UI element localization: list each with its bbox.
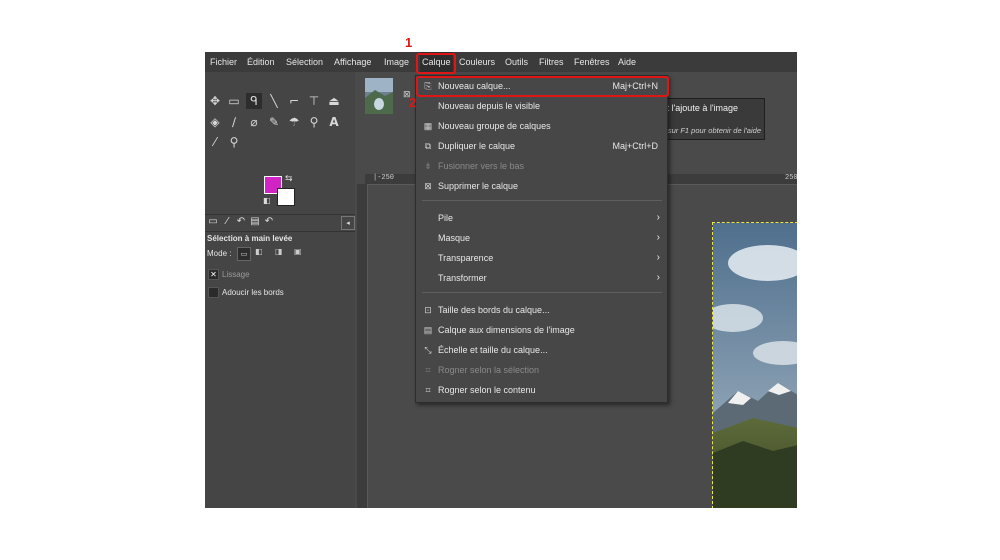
swap-colors-icon[interactable]: ⇆: [285, 174, 293, 184]
menu-bar: Fichier Édition Sélection Affichage Imag…: [205, 52, 797, 72]
step-number-2: 2: [409, 95, 417, 110]
menu-edition[interactable]: Édition: [247, 52, 275, 72]
lissage-checkbox[interactable]: ✕: [208, 269, 219, 280]
undo-tab-icon[interactable]: ↶: [263, 216, 275, 228]
lasso-select-icon[interactable]: ᑫ: [246, 93, 262, 109]
rect-select-icon[interactable]: ▭: [226, 93, 242, 109]
gimp-window: Fichier Édition Sélection Affichage Imag…: [205, 52, 797, 508]
scale-layer-icon: ⤡: [424, 345, 432, 355]
crop-icon[interactable]: ⌐: [286, 93, 302, 109]
lissage-label: Lissage: [222, 270, 250, 279]
menu-aide[interactable]: Aide: [618, 52, 636, 72]
menu-item-crop-to-content[interactable]: ⌗ Rogner selon le contenu: [416, 380, 667, 400]
menu-fenetres[interactable]: Fenêtres: [574, 52, 610, 72]
move-tool-icon[interactable]: ✥: [207, 93, 223, 109]
submenu-arrow-icon: ›: [656, 252, 660, 263]
menu-affichage[interactable]: Affichage: [334, 52, 371, 72]
menu-item-delete-layer[interactable]: ⊠ Supprimer le calque: [416, 176, 667, 196]
mode-add-icon[interactable]: ◧: [255, 247, 263, 256]
eraser-icon[interactable]: ⌀: [246, 114, 262, 130]
mode-subtract-icon[interactable]: ◨: [275, 247, 283, 256]
menu-item-transform[interactable]: Transformer ›: [416, 268, 667, 288]
zoom-icon[interactable]: ⚲: [226, 134, 242, 150]
merge-down-icon: ⇟: [424, 161, 432, 171]
menu-selection[interactable]: Sélection: [286, 52, 323, 72]
tool-options-tab-icon[interactable]: ▭: [207, 216, 219, 228]
mode-intersect-icon[interactable]: ▣: [294, 247, 302, 256]
mode-replace-icon[interactable]: ▭: [237, 247, 251, 261]
image-tab-thumbnail[interactable]: [365, 78, 393, 114]
highlight-calque-menu: [416, 53, 456, 74]
menu-item-mask[interactable]: Masque ›: [416, 228, 667, 248]
paths-icon[interactable]: ⚲: [306, 114, 322, 130]
smudge-icon[interactable]: ☂: [286, 114, 302, 130]
images-tab-icon[interactable]: ▤: [249, 216, 261, 228]
default-colors-icon[interactable]: ◧: [263, 196, 271, 205]
menu-fichier[interactable]: Fichier: [210, 52, 237, 72]
layer-to-image-icon: ▤: [423, 325, 433, 335]
menu-separator: [422, 292, 662, 293]
boundary-size-icon: ⊡: [424, 305, 432, 315]
menu-item-new-from-visible[interactable]: Nouveau depuis le visible: [416, 96, 667, 116]
duplicate-icon: ⧉: [424, 141, 432, 151]
submenu-arrow-icon: ›: [656, 232, 660, 243]
crop-content-icon: ⌗: [425, 385, 431, 395]
adoucir-label: Adoucir les bords: [222, 288, 284, 297]
bucket-fill-icon[interactable]: ◈: [207, 114, 223, 130]
heal-icon[interactable]: ✎: [266, 114, 282, 130]
configure-tab-icon[interactable]: ◂: [341, 216, 355, 230]
undo-history-tab-icon[interactable]: ↶: [235, 216, 247, 228]
duplicate-shortcut: Maj+Ctrl+D: [612, 141, 658, 151]
tool-options-tabs: ▭ ⁄ ↶ ▤ ↶ ◂: [205, 214, 355, 232]
pencil-icon[interactable]: ∕: [226, 114, 242, 130]
layer-group-icon: ▦: [423, 121, 433, 131]
delete-icon: ⊠: [424, 181, 432, 191]
submenu-arrow-icon: ›: [656, 272, 660, 283]
crop-icon: ⌗: [425, 365, 431, 375]
transform-icon[interactable]: ⊤: [306, 93, 322, 109]
menu-item-scale-layer[interactable]: ⤡ Échelle et taille du calque...: [416, 340, 667, 360]
submenu-arrow-icon: ›: [656, 212, 660, 223]
canvas-photo: [712, 222, 797, 508]
mode-label: Mode :: [207, 249, 232, 258]
menu-item-merge-down: ⇟ Fusionner vers le bas: [416, 156, 667, 176]
vertical-ruler: [357, 184, 368, 508]
menu-couleurs[interactable]: Couleurs: [459, 52, 495, 72]
menu-item-layer-boundary-size[interactable]: ⊡ Taille des bords du calque...: [416, 300, 667, 320]
menu-filtres[interactable]: Filtres: [539, 52, 564, 72]
menu-item-pile[interactable]: Pile ›: [416, 208, 667, 228]
warp-icon[interactable]: ⏏: [326, 93, 342, 109]
menu-item-crop-to-selection: ⌗ Rogner selon la sélection: [416, 360, 667, 380]
color-picker-icon[interactable]: ⁄: [207, 134, 223, 150]
menu-item-duplicate-layer[interactable]: ⧉ Dupliquer le calque Maj+Ctrl+D: [416, 136, 667, 156]
menu-item-new-layer-group[interactable]: ▦ Nouveau groupe de calques: [416, 116, 667, 136]
ruler-label-left: |-250: [373, 174, 395, 182]
menu-item-transparency[interactable]: Transparence ›: [416, 248, 667, 268]
device-status-tab-icon[interactable]: ⁄: [221, 216, 233, 228]
fuzzy-select-icon[interactable]: ╲: [266, 93, 282, 109]
adoucir-checkbox[interactable]: [208, 287, 219, 298]
layer-menu: ⎘ Nouveau calque... Maj+Ctrl+N Nouveau d…: [415, 75, 668, 403]
step-number-1: 1: [405, 35, 413, 50]
ruler-label-right: 250: [785, 174, 797, 182]
text-tool-icon[interactable]: A: [326, 114, 342, 130]
menu-image[interactable]: Image: [384, 52, 409, 72]
menu-outils[interactable]: Outils: [505, 52, 528, 72]
menu-item-layer-to-image-size[interactable]: ▤ Calque aux dimensions de l'image: [416, 320, 667, 340]
toolbox: ✥ ▭ ᑫ ╲ ⌐ ⊤ ⏏ ◈ ∕ ⌀ ✎ ☂ ⚲ A ⁄ ⚲ ⇆ ◧ ▭ ⁄ …: [205, 72, 355, 508]
background-color-swatch[interactable]: [277, 188, 295, 206]
highlight-new-layer-item: [416, 76, 669, 97]
menu-separator: [422, 200, 662, 201]
tool-options-title: Sélection à main levée: [207, 234, 293, 243]
